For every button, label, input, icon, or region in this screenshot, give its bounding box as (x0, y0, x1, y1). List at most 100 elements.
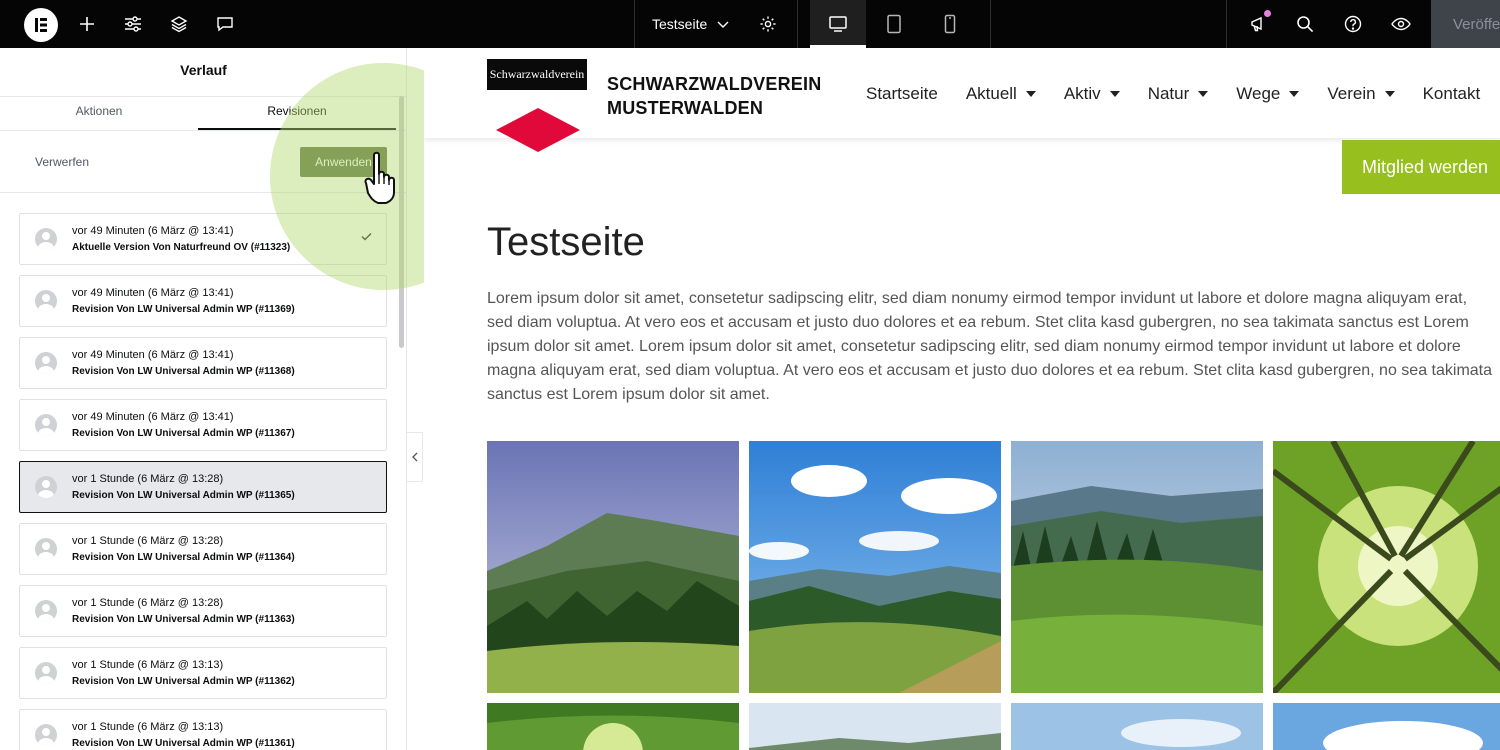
nav-label: Kontakt (1422, 84, 1481, 103)
site-logo[interactable]: Schwarzwaldverein (487, 59, 587, 90)
nav-label: Startseite (866, 84, 938, 103)
member-button[interactable]: Mitglied werden (1342, 140, 1500, 194)
site-header: Schwarzwaldverein SCHWARZWALDVEREIN MUST… (424, 48, 1500, 152)
revision-date: vor 1 Stunde (6 März @ 13:28) (72, 535, 224, 547)
user-avatar-icon (35, 476, 57, 498)
site-name[interactable]: SCHWARZWALDVEREIN MUSTERWALDEN (607, 72, 821, 120)
nav-kontakt[interactable]: Kontakt (1423, 84, 1481, 104)
separator (797, 0, 798, 48)
caret-down-icon (1109, 91, 1120, 97)
revision-author: Revision Von LW Universal Admin WP (#113… (72, 428, 295, 439)
gear-icon[interactable] (752, 0, 784, 48)
gallery-image[interactable] (1273, 703, 1500, 750)
elementor-logo-icon[interactable] (24, 8, 58, 42)
tab-revisions[interactable]: Revisionen (198, 96, 396, 130)
nav-aktuell[interactable]: Aktuell (966, 84, 1036, 104)
revision-list: vor 49 Minuten (6 März @ 13:41) Aktuelle… (19, 213, 387, 750)
layers-icon[interactable] (164, 0, 194, 48)
gallery-image[interactable] (487, 703, 739, 750)
plus-icon[interactable] (72, 0, 102, 48)
gallery-image[interactable] (749, 703, 1001, 750)
gallery-image[interactable] (1011, 441, 1263, 693)
eye-icon[interactable] (1386, 0, 1416, 48)
help-icon[interactable] (1338, 0, 1368, 48)
revision-item[interactable]: vor 1 Stunde (6 März @ 13:13) Revision V… (19, 647, 387, 699)
user-avatar-icon (35, 538, 57, 560)
revision-date: vor 49 Minuten (6 März @ 13:41) (72, 225, 234, 237)
nav-aktiv[interactable]: Aktiv (1064, 84, 1120, 104)
revision-author: Revision Von LW Universal Admin WP (#113… (72, 366, 295, 377)
main-nav: Startseite Aktuell Aktiv Natur Wege Vere… (866, 84, 1500, 104)
user-avatar-icon (35, 600, 57, 622)
history-panel: Verlauf Aktionen Revisionen Verwerfen An… (0, 48, 407, 750)
check-icon (361, 230, 372, 244)
page-name-label: Testseite (652, 16, 708, 32)
page-selector[interactable]: Testseite (636, 0, 748, 48)
nav-wege[interactable]: Wege (1236, 84, 1300, 104)
revision-author: Revision Von LW Universal Admin WP (#113… (72, 614, 295, 625)
revision-author: Revision Von LW Universal Admin WP (#113… (72, 490, 295, 501)
nav-startseite[interactable]: Startseite (866, 84, 938, 104)
logo-diamond-icon (496, 108, 580, 152)
separator (990, 0, 991, 48)
revision-item[interactable]: vor 49 Minuten (6 März @ 13:41) Revision… (19, 275, 387, 327)
panel-scrollbar[interactable] (399, 96, 404, 348)
revision-item-selected[interactable]: vor 1 Stunde (6 März @ 13:28) Revision V… (19, 461, 387, 513)
panel-title: Verlauf (180, 62, 227, 78)
nav-label: Aktuell (965, 84, 1017, 103)
divider (0, 130, 407, 131)
separator (1226, 0, 1227, 48)
caret-down-icon (1384, 91, 1395, 97)
user-avatar-icon (35, 228, 57, 250)
revision-date: vor 1 Stunde (6 März @ 13:13) (72, 721, 224, 733)
nav-verein[interactable]: Verein (1327, 84, 1395, 104)
user-avatar-icon (35, 662, 57, 684)
comment-icon[interactable] (210, 0, 240, 48)
divider (0, 192, 407, 193)
page-heading: Testseite (487, 220, 645, 264)
revision-date: vor 1 Stunde (6 März @ 13:13) (72, 659, 224, 671)
revision-item[interactable]: vor 49 Minuten (6 März @ 13:41) Revision… (19, 337, 387, 389)
revision-date: vor 49 Minuten (6 März @ 13:41) (72, 411, 234, 423)
gallery-image[interactable] (749, 441, 1001, 693)
nav-label: Wege (1236, 84, 1281, 103)
nav-label: Verein (1327, 84, 1376, 103)
nav-label: Natur (1147, 84, 1190, 103)
revision-item[interactable]: vor 1 Stunde (6 März @ 13:28) Revision V… (19, 585, 387, 637)
revision-author: Revision Von LW Universal Admin WP (#113… (72, 304, 295, 315)
apply-button[interactable]: Anwenden (300, 147, 387, 177)
user-avatar-icon (35, 352, 57, 374)
revision-author: Aktuelle Version Von Naturfreund OV (#11… (72, 242, 291, 253)
desktop-icon[interactable] (810, 0, 866, 48)
page-preview: Schwarzwaldverein SCHWARZWALDVEREIN MUST… (424, 48, 1500, 750)
publish-button[interactable]: Veröffentlichen (1431, 0, 1500, 48)
revision-date: vor 49 Minuten (6 März @ 13:41) (72, 349, 234, 361)
gallery-image[interactable] (1273, 441, 1500, 693)
user-avatar-icon (35, 290, 57, 312)
site-name-line1: SCHWARZWALDVEREIN (607, 74, 822, 94)
revision-item[interactable]: vor 1 Stunde (6 März @ 13:28) Revision V… (19, 523, 387, 575)
caret-down-icon (1289, 91, 1300, 97)
revision-item[interactable]: vor 49 Minuten (6 März @ 13:41) Revision… (19, 399, 387, 451)
revision-date: vor 1 Stunde (6 März @ 13:28) (72, 597, 224, 609)
gallery-image[interactable] (487, 441, 739, 693)
gallery-image[interactable] (1011, 703, 1263, 750)
chevron-down-icon (717, 16, 729, 32)
sliders-icon[interactable] (118, 0, 148, 48)
user-avatar-icon (35, 414, 57, 436)
nav-natur[interactable]: Natur (1148, 84, 1209, 104)
mobile-icon[interactable] (922, 0, 978, 48)
revision-author: Revision Von LW Universal Admin WP (#113… (72, 676, 295, 687)
notification-dot (1264, 10, 1271, 17)
revision-item[interactable]: vor 49 Minuten (6 März @ 13:41) Aktuelle… (19, 213, 387, 265)
tab-actions[interactable]: Aktionen (0, 96, 198, 130)
page-body-text: Lorem ipsum dolor sit amet, consetetur s… (487, 290, 1493, 403)
revision-item[interactable]: vor 1 Stunde (6 März @ 13:13) Revision V… (19, 709, 387, 750)
search-icon[interactable] (1290, 0, 1320, 48)
discard-button[interactable]: Verwerfen (35, 155, 89, 169)
revision-author: Revision Von LW Universal Admin WP (#113… (72, 738, 295, 749)
tablet-icon[interactable] (866, 0, 922, 48)
caret-down-icon (1198, 91, 1209, 97)
chevron-left-icon[interactable] (407, 432, 423, 482)
megaphone-icon[interactable] (1244, 0, 1272, 48)
